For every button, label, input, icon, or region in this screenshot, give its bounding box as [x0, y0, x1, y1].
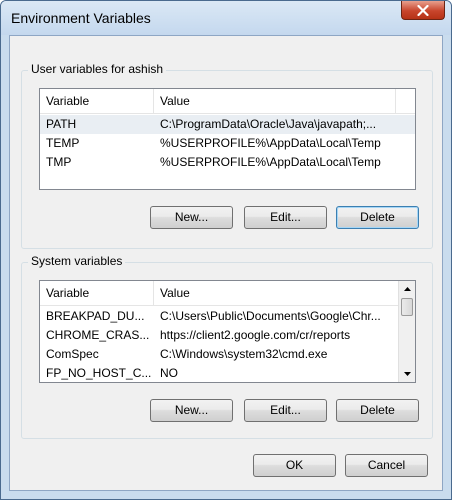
system-variables-label: System variables	[28, 254, 126, 268]
user-variables-label: User variables for ashish	[28, 62, 167, 76]
table-row[interactable]: TEMP %USERPROFILE%\AppData\Local\Temp	[40, 134, 415, 153]
table-row[interactable]: PATH C:\ProgramData\Oracle\Java\javapath;…	[40, 115, 415, 134]
user-new-button[interactable]: New...	[150, 206, 233, 229]
column-header-value[interactable]: Value	[154, 281, 396, 305]
variable-name-cell: CHROME_CRAS...	[46, 328, 150, 342]
title-bar[interactable]: Environment Variables	[1, 1, 451, 35]
variable-value-cell: C:\Users\Public\Documents\Google\Chr...	[160, 309, 381, 323]
dialog-client-area: User variables for ashish Variable Value…	[9, 35, 443, 491]
variable-value-cell: %USERPROFILE%\AppData\Local\Temp	[160, 155, 381, 169]
column-header-value[interactable]: Value	[154, 89, 396, 113]
variable-value-cell: %USERPROFILE%\AppData\Local\Temp	[160, 136, 381, 150]
variable-value-cell: https://client2.google.com/cr/reports	[160, 328, 351, 342]
variable-name-cell: ComSpec	[46, 347, 99, 361]
vertical-scrollbar[interactable]	[398, 281, 415, 382]
list-header: Variable Value	[40, 89, 415, 114]
table-row[interactable]: TMP %USERPROFILE%\AppData\Local\Temp	[40, 153, 415, 172]
system-variables-list[interactable]: Variable Value BREAKPAD_DU... C:\Users\Pu…	[39, 280, 416, 383]
variable-value-cell: C:\Windows\system32\cmd.exe	[160, 347, 328, 361]
scroll-thumb[interactable]	[401, 298, 413, 316]
system-new-button[interactable]: New...	[150, 399, 233, 422]
system-variables-group: System variables Variable Value BREAKPAD…	[21, 254, 433, 439]
scroll-down-arrow[interactable]	[399, 366, 415, 382]
column-header-variable[interactable]: Variable	[40, 281, 154, 305]
table-row[interactable]: FP_NO_HOST_C... NO	[40, 364, 398, 382]
chevron-up-icon	[403, 287, 411, 291]
environment-variables-window: Environment Variables User variables for…	[0, 0, 452, 500]
column-header-variable[interactable]: Variable	[40, 89, 154, 113]
chevron-down-icon	[403, 372, 411, 376]
close-button[interactable]	[401, 1, 445, 20]
ok-button[interactable]: OK	[253, 454, 336, 477]
close-icon	[417, 4, 429, 16]
system-delete-button[interactable]: Delete	[336, 399, 419, 422]
user-edit-button[interactable]: Edit...	[244, 206, 327, 229]
variable-name-cell: TMP	[46, 155, 72, 169]
list-header: Variable Value	[40, 281, 398, 306]
scroll-up-arrow[interactable]	[399, 281, 415, 297]
window-title: Environment Variables	[11, 10, 151, 26]
variable-name-cell: BREAKPAD_DU...	[46, 309, 145, 323]
variable-value-cell: NO	[160, 366, 178, 380]
variable-value-cell: C:\ProgramData\Oracle\Java\javapath;...	[160, 117, 377, 131]
table-row[interactable]: BREAKPAD_DU... C:\Users\Public\Documents\…	[40, 307, 398, 326]
system-edit-button[interactable]: Edit...	[244, 399, 327, 422]
user-variables-list[interactable]: Variable Value PATH C:\ProgramData\Oracle…	[39, 88, 416, 190]
variable-name-cell: PATH	[46, 117, 77, 131]
variable-name-cell: FP_NO_HOST_C...	[46, 366, 152, 380]
user-delete-button[interactable]: Delete	[336, 206, 419, 229]
table-row[interactable]: CHROME_CRAS... https://client2.google.com…	[40, 326, 398, 345]
variable-name-cell: TEMP	[46, 136, 80, 150]
cancel-button[interactable]: Cancel	[345, 454, 428, 477]
user-variables-group: User variables for ashish Variable Value…	[21, 62, 433, 249]
table-row[interactable]: ComSpec C:\Windows\system32\cmd.exe	[40, 345, 398, 364]
